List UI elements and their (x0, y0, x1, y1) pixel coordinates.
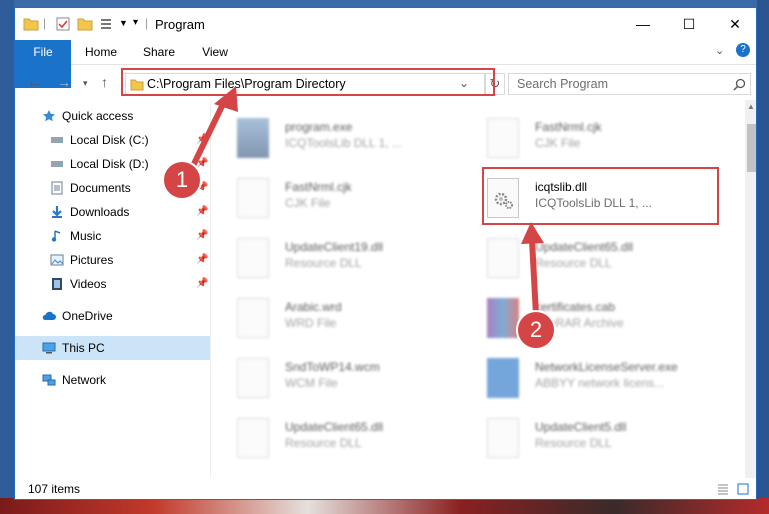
arrow-2-head-icon (521, 222, 544, 244)
annotation-arrows (187, 86, 544, 316)
arrow-1-head-icon (214, 86, 238, 112)
arrow-1-icon (187, 98, 228, 174)
arrow-2-icon (529, 239, 539, 316)
step-badge-2: 2 (516, 310, 556, 350)
step-badge-1: 1 (162, 160, 202, 200)
